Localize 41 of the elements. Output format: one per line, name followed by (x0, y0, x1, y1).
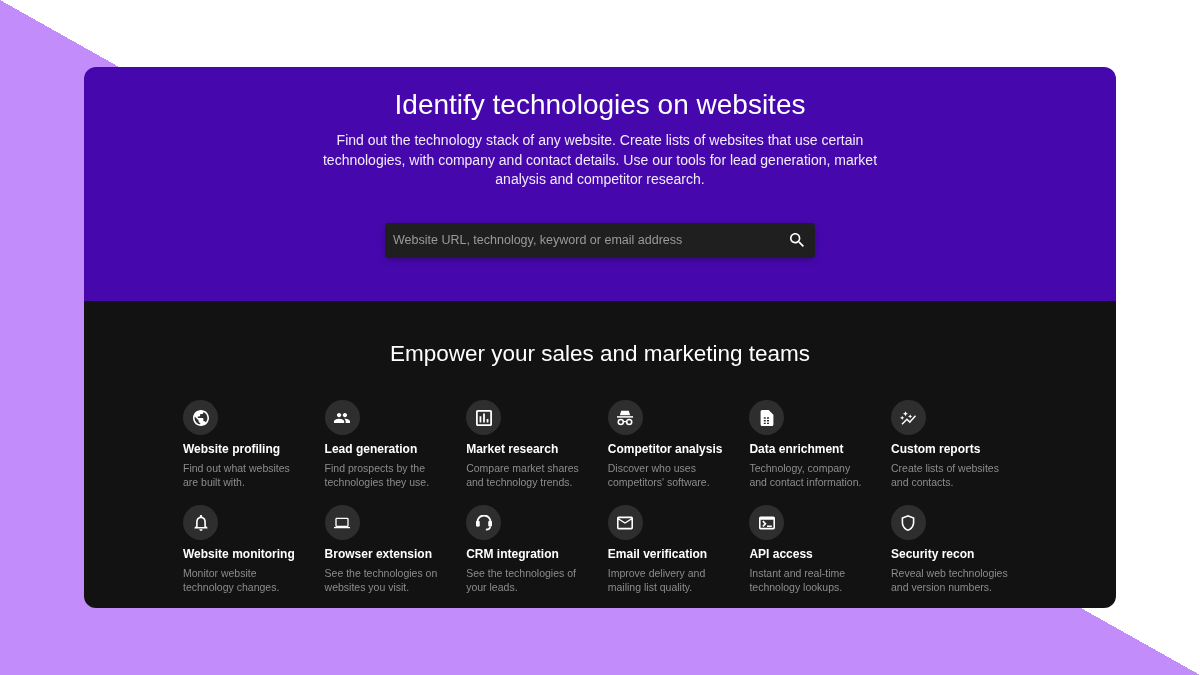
search-field[interactable]: Website URL, technology, keyword or email address (385, 222, 815, 258)
hero-description: Find out the technology stack of any website. Create lists of websites that use certain technologies, with company and contact details. Use our tools for lead generation, market analysis and competitor research. (321, 131, 879, 189)
feature-description: Create lists of websites and contacts. (890, 461, 1000, 489)
people-icon (324, 400, 360, 435)
envelope-icon (607, 505, 643, 540)
feature-description: Find out what websites are built with. (183, 461, 291, 489)
feature-description: See the technologies of your leads. (466, 566, 577, 594)
search-icon[interactable] (790, 232, 804, 247)
document-icon (749, 400, 785, 435)
feature-description: Monitor website technology changes. (183, 566, 281, 594)
hero-title: Identify technologies on websites (394, 88, 806, 121)
feature-description: Instant and real-time technology lookups. (749, 566, 847, 594)
feature-description: Technology, company and contact information. (749, 461, 863, 489)
headset-icon (466, 505, 502, 540)
feature-description: Find prospects by the technologies they use. (324, 461, 431, 489)
feature-title: Market research (466, 442, 559, 456)
feature-title: Data enrichment (749, 442, 844, 456)
feature-title: Website monitoring (183, 547, 295, 561)
sparkle-chart-icon (890, 400, 926, 435)
features-heading: Empower your sales and marketing teams (389, 341, 811, 367)
feature-title: Competitor analysis (607, 442, 723, 456)
feature-title: Website profiling (183, 442, 281, 456)
feature-description: See the technologies on websites you visit. (324, 566, 439, 594)
feature-title: CRM integration (466, 547, 559, 561)
feature-description: Reveal web technologies and version numbers. (890, 566, 1009, 594)
feature-title: Lead generation (324, 442, 418, 456)
feature-title: Email verification (607, 547, 708, 561)
feature-title: Security recon (890, 547, 975, 561)
shield-icon (890, 505, 926, 540)
feature-description: Compare market shares and technology trends. (466, 461, 580, 489)
hat-and-glasses-icon (607, 400, 643, 435)
feature-title: Browser extension (324, 547, 432, 561)
feature-title: Custom reports (890, 442, 981, 456)
feature-title: API access (749, 547, 813, 561)
bar-chart-icon (466, 400, 502, 435)
bell-icon (183, 505, 218, 540)
terminal-icon (749, 505, 785, 540)
globe-icon (183, 400, 218, 435)
feature-description: Discover who uses competitors' software. (607, 461, 711, 489)
feature-description: Improve delivery and mailing list quality. (607, 566, 707, 594)
laptop-icon (324, 505, 360, 540)
